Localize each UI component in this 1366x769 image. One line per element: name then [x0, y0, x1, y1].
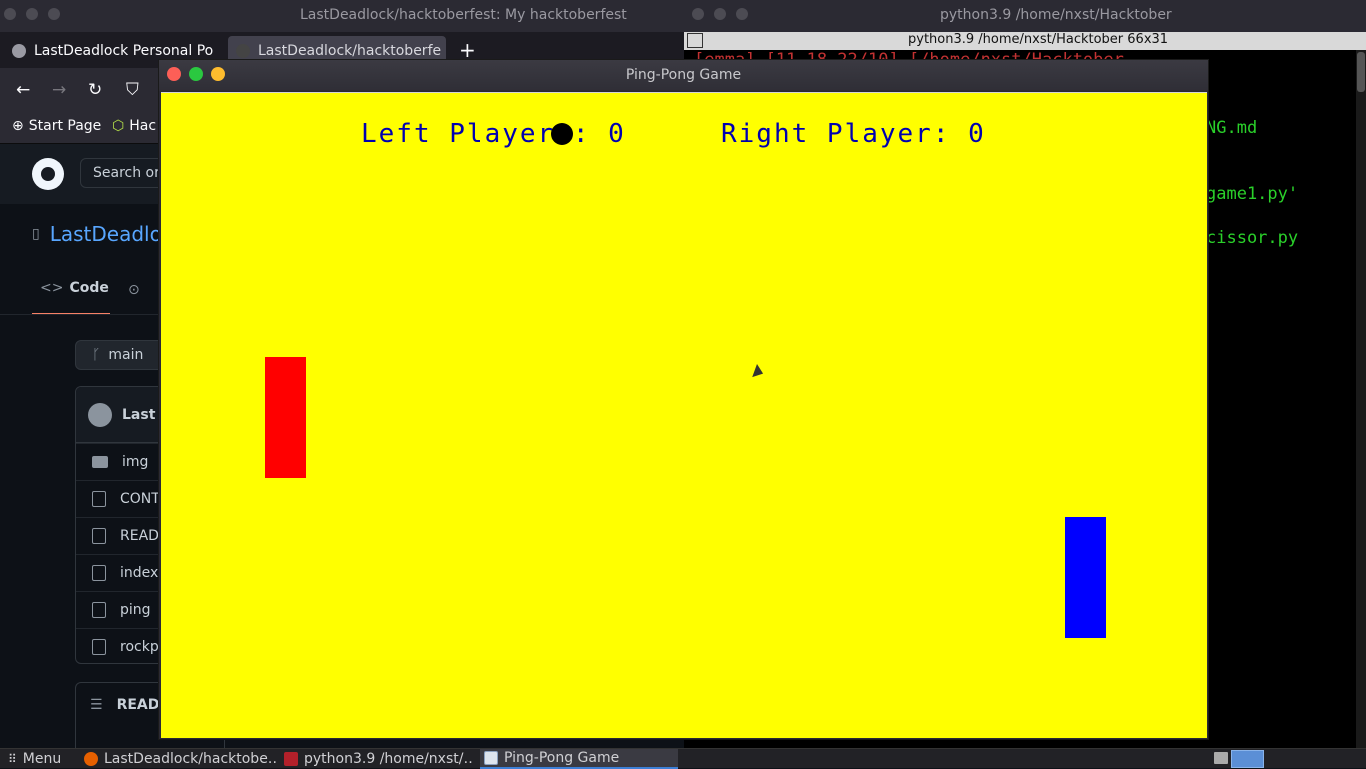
- tray-keyboard-icon[interactable]: [1214, 752, 1228, 764]
- file-name[interactable]: CONT: [120, 491, 160, 507]
- left-player-score: Left Player : 0: [361, 119, 626, 149]
- right-player-score: Right Player: 0: [721, 119, 986, 149]
- readme-header[interactable]: ☰ READ: [90, 697, 159, 713]
- terminal-window-title: python3.9 /home/nxst/Hacktober: [940, 7, 1172, 23]
- taskbar-item-label: LastDeadlock/hacktobe…: [104, 751, 276, 767]
- firefox-icon: [84, 752, 98, 766]
- forward-arrow-icon[interactable]: →: [52, 80, 66, 100]
- terminal-line: cissor.py: [1206, 228, 1299, 248]
- window-minimize-button[interactable]: [26, 8, 38, 20]
- game-titlebar[interactable]: Ping-Pong Game: [159, 60, 1208, 91]
- window-minimize-button[interactable]: [714, 8, 726, 20]
- tab-code[interactable]: <> Code: [32, 280, 110, 315]
- taskbar: ⠿ Menu LastDeadlock/hacktobe… python3.9 …: [0, 748, 1366, 769]
- taskbar-item-game[interactable]: Ping-Pong Game: [480, 749, 678, 769]
- code-icon: <>: [40, 280, 64, 296]
- repo-book-icon: ▯: [32, 226, 40, 242]
- minimize-button[interactable]: [211, 67, 225, 81]
- folder-icon: [92, 456, 108, 468]
- terminal-titlebar: python3.9 /home/nxst/Hacktober: [684, 0, 1366, 32]
- terminal-scrollbar-thumb[interactable]: [1357, 52, 1365, 92]
- file-icon: [92, 639, 106, 655]
- globe-icon: ⊕: [12, 118, 24, 134]
- left-paddle: [265, 357, 306, 478]
- file-icon: [92, 528, 106, 544]
- tab-label: LastDeadlock Personal Po: [34, 43, 214, 59]
- terminal-line: game1.py': [1206, 184, 1299, 204]
- terminal-line: NG.md: [1206, 118, 1258, 138]
- reload-icon[interactable]: ↻: [88, 80, 102, 100]
- commit-author[interactable]: Last: [122, 407, 155, 423]
- start-menu-button[interactable]: ⠿ Menu: [8, 749, 61, 769]
- taskbar-item-browser[interactable]: LastDeadlock/hacktobe…: [84, 749, 276, 769]
- file-icon: [92, 565, 106, 581]
- readme-title: READ: [116, 697, 160, 713]
- window-maximize-button[interactable]: [736, 8, 748, 20]
- game-canvas[interactable]: Left Player : 0 Right Player: 0: [161, 92, 1207, 738]
- branch-name: main: [108, 347, 144, 363]
- git-branch-icon: ᚴ: [92, 347, 101, 363]
- file-name[interactable]: ping: [120, 602, 151, 618]
- file-name[interactable]: READ: [120, 528, 159, 544]
- game-window-title: Ping-Pong Game: [625, 67, 742, 83]
- window-icon: [484, 751, 498, 765]
- bookmark-label: Start Page: [28, 118, 102, 134]
- list-icon[interactable]: ☰: [90, 697, 103, 713]
- issues-icon[interactable]: ⊙: [128, 282, 140, 298]
- ping-pong-window: Ping-Pong Game Left Player : 0 Right Pla…: [158, 59, 1209, 740]
- repo-name-link[interactable]: LastDeadlo: [50, 222, 162, 246]
- file-icon: [92, 602, 106, 618]
- browser-titlebar: LastDeadlock/hacktoberfest: My hacktober…: [0, 0, 684, 32]
- menu-label: Menu: [22, 751, 62, 767]
- ball: [551, 123, 573, 145]
- taskbar-item-label: Ping-Pong Game: [504, 750, 620, 766]
- tab-label: LastDeadlock/hacktoberfe: [258, 43, 442, 59]
- shield-icon[interactable]: ⛉: [126, 80, 139, 100]
- file-name[interactable]: index: [120, 565, 158, 581]
- github-favicon-icon: [236, 44, 250, 58]
- tab-favicon-icon: [12, 44, 26, 58]
- repo-title[interactable]: ▯ LastDeadlo: [32, 222, 162, 246]
- workspace-switcher[interactable]: [1231, 750, 1264, 768]
- github-logo-icon[interactable]: [32, 158, 64, 190]
- terminal-grid-icon[interactable]: [687, 33, 703, 48]
- menu-grid-icon: ⠿: [8, 752, 17, 766]
- window-close-button[interactable]: [4, 8, 16, 20]
- close-button[interactable]: [167, 67, 181, 81]
- file-name[interactable]: img: [122, 454, 148, 470]
- taskbar-item-terminal[interactable]: python3.9 /home/nxst/…: [284, 749, 474, 769]
- terminal-scrollbar[interactable]: [1356, 50, 1366, 748]
- taskbar-item-label: python3.9 /home/nxst/…: [304, 751, 474, 767]
- tab-code-label: Code: [69, 280, 109, 296]
- terminal-icon: [284, 752, 298, 766]
- terminal-tab-title: python3.9 /home/nxst/Hacktober 66x31: [908, 32, 1169, 47]
- window-close-button[interactable]: [692, 8, 704, 20]
- maximize-button[interactable]: [189, 67, 203, 81]
- browser-window-title: LastDeadlock/hacktoberfest: My hacktober…: [300, 7, 627, 23]
- bookmark-start-page[interactable]: ⊕ Start Page: [12, 118, 101, 134]
- file-icon: [92, 491, 106, 507]
- right-paddle: [1065, 517, 1106, 638]
- hackerrank-icon: ⬡: [112, 118, 125, 134]
- bookmark-hac[interactable]: ⬡ Hac: [112, 118, 156, 134]
- back-arrow-icon[interactable]: ←: [16, 80, 30, 100]
- file-name[interactable]: rockp: [120, 639, 159, 655]
- bookmark-label: Hac: [129, 118, 157, 134]
- mouse-cursor-icon: [752, 364, 766, 381]
- window-maximize-button[interactable]: [48, 8, 60, 20]
- terminal-tab-bar: python3.9 /home/nxst/Hacktober 66x31: [684, 32, 1366, 50]
- avatar[interactable]: [88, 402, 112, 427]
